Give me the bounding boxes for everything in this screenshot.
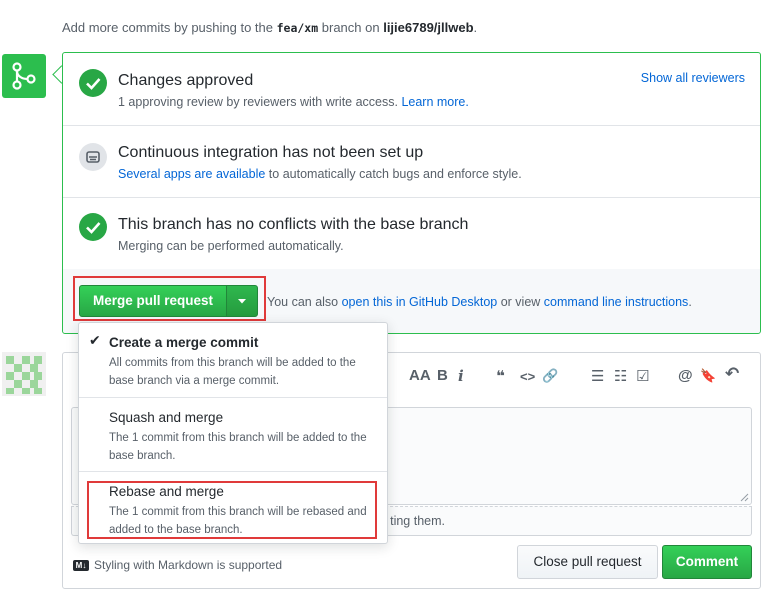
unordered-list-icon[interactable]: ☰ <box>591 367 604 385</box>
rebase-option-highlight <box>87 481 377 539</box>
approved-subtitle: 1 approving review by reviewers with wri… <box>118 95 469 109</box>
merge-button-highlight <box>73 276 266 321</box>
ci-icon <box>79 143 107 171</box>
bold-icon[interactable]: B <box>437 367 448 384</box>
push-hint-suffix: . <box>473 20 478 35</box>
merge-icon <box>2 54 46 98</box>
bookmark-icon[interactable]: 🔖 <box>700 368 716 384</box>
merge-option-squash-and-merge[interactable]: Squash and merge The 1 commit from this … <box>79 398 387 472</box>
checkmark-icon: ✔ <box>89 332 101 348</box>
check-icon <box>79 69 107 97</box>
ci-section: Continuous integration has not been set … <box>63 125 760 198</box>
several-apps-link[interactable]: Several apps are available <box>118 167 265 181</box>
merge-option-create-merge-commit[interactable]: ✔ Create a merge commit All commits from… <box>79 323 387 398</box>
ci-subtitle-text: to automatically catch bugs and enforce … <box>265 167 522 181</box>
push-hint-prefix: Add more commits by pushing to the <box>62 20 277 35</box>
avatar <box>2 352 46 396</box>
conflicts-subtitle: Merging can be performed automatically. <box>118 239 344 253</box>
merge-note-prefix: You can also <box>267 295 342 309</box>
merge-option-desc: All commits from this branch will be add… <box>109 357 356 387</box>
italic-icon[interactable]: i <box>458 367 464 385</box>
comment-button[interactable]: Comment <box>662 545 752 579</box>
attach-files-text: ting them. <box>390 514 445 528</box>
markdown-note: M↓ Styling with Markdown is supported <box>73 558 282 572</box>
check-icon <box>79 213 107 241</box>
approved-subtitle-text: 1 approving review by reviewers with wri… <box>118 95 398 109</box>
markdown-icon: M↓ <box>73 559 89 571</box>
ci-subtitle: Several apps are available to automatica… <box>118 167 522 181</box>
markdown-note-text[interactable]: Styling with Markdown is supported <box>94 558 282 572</box>
merge-note-middle: or view <box>497 295 544 309</box>
merge-option-title: Create a merge commit <box>109 335 259 350</box>
approved-title: Changes approved <box>118 72 254 89</box>
reply-icon[interactable]: ↶ <box>725 364 739 384</box>
task-list-icon[interactable]: ☑ <box>636 367 649 385</box>
code-icon[interactable]: <> <box>520 369 535 384</box>
push-hint: Add more commits by pushing to the fea/x… <box>62 20 477 35</box>
mention-icon[interactable]: @ <box>678 367 693 384</box>
command-line-instructions-link[interactable]: command line instructions <box>544 295 689 309</box>
approved-section: Changes approved 1 approving review by r… <box>63 53 760 126</box>
merge-option-desc: The 1 commit from this branch will be ad… <box>109 432 367 462</box>
merge-alternative-note: You can also open this in GitHub Desktop… <box>267 295 692 309</box>
merge-note-suffix: . <box>688 295 692 309</box>
merge-option-title: Squash and merge <box>109 410 224 425</box>
link-icon[interactable]: 🔗 <box>542 368 558 384</box>
open-in-desktop-link[interactable]: open this in GitHub Desktop <box>342 295 498 309</box>
ordered-list-icon[interactable]: ☷ <box>614 367 627 385</box>
repo-name: lijie6789/jllweb <box>383 20 474 35</box>
show-all-reviewers-link[interactable]: Show all reviewers <box>641 71 745 85</box>
resize-handle-icon[interactable] <box>739 492 749 502</box>
ci-title: Continuous integration has not been set … <box>118 144 424 161</box>
learn-more-link[interactable]: Learn more. <box>401 95 468 109</box>
push-hint-middle: branch on <box>318 20 384 35</box>
conflicts-section: This branch has no conflicts with the ba… <box>63 197 760 270</box>
close-pull-request-button[interactable]: Close pull request <box>517 545 658 579</box>
conflicts-title: This branch has no conflicts with the ba… <box>118 216 469 233</box>
heading-icon[interactable]: AA <box>409 367 431 384</box>
quote-icon[interactable]: ❝ <box>496 367 505 385</box>
branch-name: fea/xm <box>276 21 319 35</box>
